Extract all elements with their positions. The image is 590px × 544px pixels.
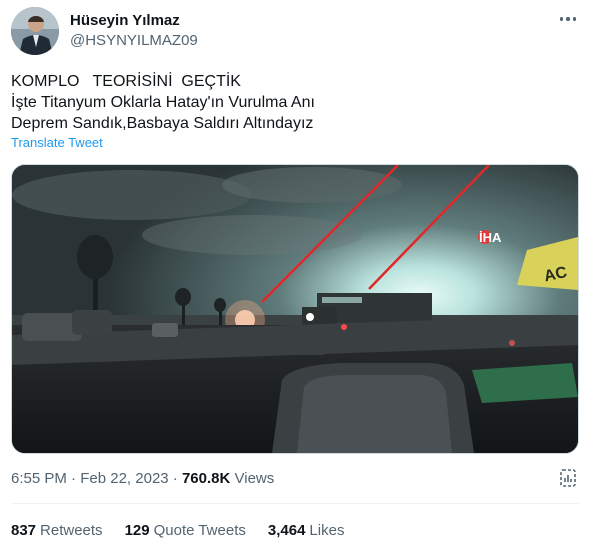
tweet-time[interactable]: 6:55 PM (11, 470, 67, 487)
tweet-text: KOMPLO TEORİSİNİ GEÇTİK İşte Titanyum Ok… (11, 71, 571, 134)
author-avatar[interactable] (11, 7, 59, 55)
quotes-label: Quote Tweets (153, 522, 246, 539)
quote-tweets-link[interactable]: 129 Quote Tweets (125, 522, 246, 539)
views-count: 760.8K (181, 470, 231, 487)
tweet-date[interactable]: Feb 22, 2023 (80, 470, 168, 487)
avatar-photo (11, 7, 59, 55)
retweets-count: 837 (11, 522, 37, 539)
retweets-link[interactable]: 837 Retweets (11, 522, 103, 539)
meta-separator: · (66, 470, 81, 487)
more-dot-icon (566, 17, 570, 21)
meta-separator: · (168, 470, 182, 487)
author-name[interactable]: Hüseyin Yılmaz (70, 12, 180, 29)
tweet-metadata: 6:55 PM · Feb 22, 2023 · 760.8K Views (11, 470, 274, 487)
likes-label: Likes (309, 522, 345, 539)
tweet-line-2: İşte Titanyum Oklarla Hatay'ın Vurulma A… (11, 94, 315, 111)
quotes-count: 129 (124, 522, 150, 539)
likes-link[interactable]: 3,464 Likes (268, 522, 345, 539)
tweet-line-3: Deprem Sandık,Basbaya Saldırı Altındayız (11, 115, 314, 132)
author-handle[interactable]: @HSYNYILMAZ09 (70, 32, 198, 49)
views-label: Views (234, 470, 275, 487)
video-watermark: İHA (479, 230, 502, 245)
more-dot-icon (572, 17, 577, 21)
video-frame: AC İHA (12, 165, 578, 453)
more-options-button[interactable] (557, 8, 579, 30)
translate-tweet-link[interactable]: Translate Tweet (11, 135, 103, 150)
retweets-label: Retweets (40, 522, 103, 539)
more-dot-icon (559, 17, 564, 21)
likes-count: 3,464 (267, 522, 306, 539)
divider (11, 503, 579, 504)
analytics-icon[interactable] (557, 467, 579, 489)
tweet-video[interactable]: AC İHA (11, 164, 579, 454)
tweet-line-1: KOMPLO TEORİSİNİ GEÇTİK (11, 73, 241, 90)
engagement-stats: 837 Retweets 129 Quote Tweets 3,464 Likes (11, 522, 344, 539)
